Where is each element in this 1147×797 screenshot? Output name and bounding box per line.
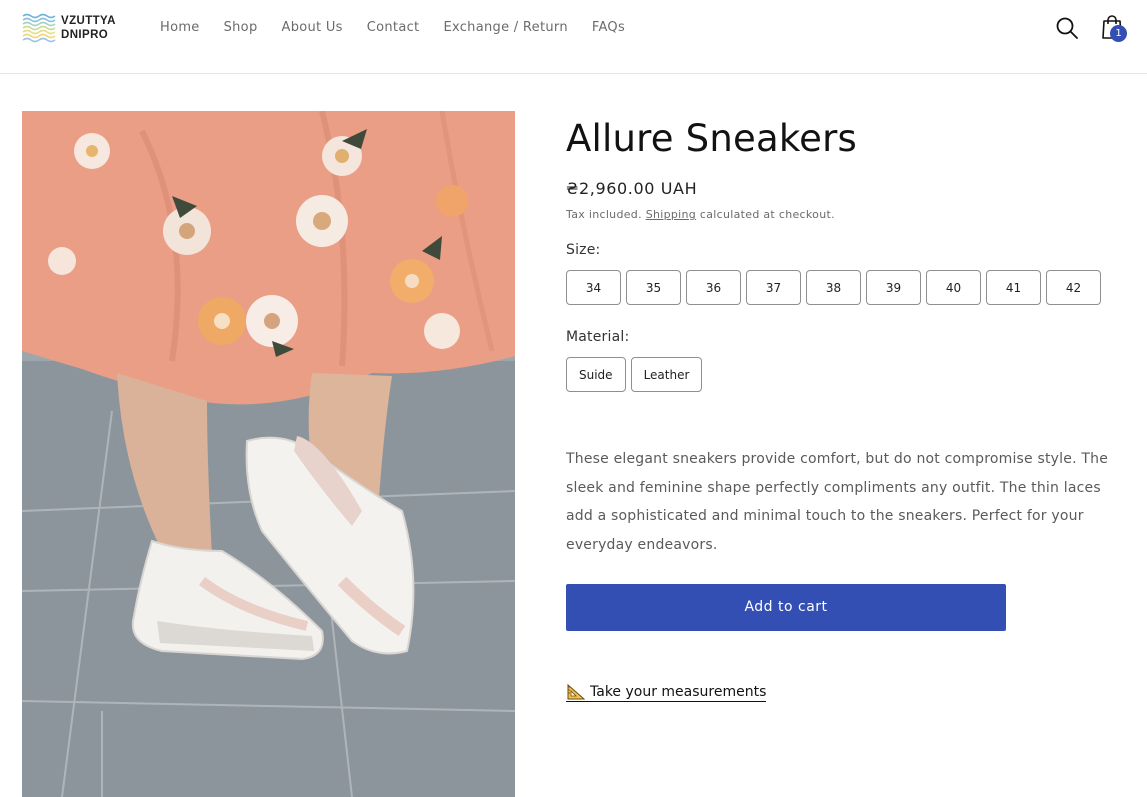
add-to-cart-button[interactable]: Add to cart <box>566 583 1006 631</box>
size-option-40[interactable]: 40 <box>926 270 981 305</box>
product-price: ₴2,960.00 UAH <box>566 179 698 198</box>
waves-logo-icon <box>22 12 56 44</box>
tax-prefix: Tax included. <box>566 208 642 221</box>
material-option-leather[interactable]: Leather <box>630 357 703 392</box>
product-title: Allure Sneakers <box>566 117 857 160</box>
triangle-ruler-icon <box>567 683 586 700</box>
take-measurements-label: Take your measurements <box>590 683 767 700</box>
product-description: These elegant sneakers provide comfort, … <box>566 451 1109 554</box>
material-options: Suide Leather <box>566 357 1126 392</box>
shipping-link[interactable]: Shipping <box>646 208 696 221</box>
product-photo-icon <box>22 111 515 797</box>
nav-contact[interactable]: Contact <box>367 19 420 37</box>
cart-count-badge: 1 <box>1110 25 1127 42</box>
tax-note: Tax included. Shipping calculated at che… <box>566 207 1126 223</box>
size-option-38[interactable]: 38 <box>806 270 861 305</box>
size-option-34[interactable]: 34 <box>566 270 621 305</box>
size-option-39[interactable]: 39 <box>866 270 921 305</box>
brand-logo[interactable]: VZUTTYA DNIPRO <box>22 12 116 44</box>
material-label: Material: <box>566 329 630 345</box>
search-icon[interactable] <box>1054 15 1080 41</box>
size-option-42[interactable]: 42 <box>1046 270 1101 305</box>
nav-home[interactable]: Home <box>160 19 200 37</box>
size-option-35[interactable]: 35 <box>626 270 681 305</box>
brand-name-line2: DNIPRO <box>61 29 109 41</box>
size-options: 34 35 36 37 38 39 40 41 42 <box>566 270 1126 305</box>
brand-name: VZUTTYA DNIPRO <box>61 14 116 42</box>
nav-faqs[interactable]: FAQs <box>592 19 625 37</box>
nav-about-us[interactable]: About Us <box>282 19 343 37</box>
product-info: Allure Sneakers ₴2,960.00 UAH Tax includ… <box>566 111 1126 706</box>
size-option-36[interactable]: 36 <box>686 270 741 305</box>
material-option-suide[interactable]: Suide <box>566 357 626 392</box>
size-label: Size: <box>566 242 601 258</box>
size-option-37[interactable]: 37 <box>746 270 801 305</box>
size-option-41[interactable]: 41 <box>986 270 1041 305</box>
nav-shop[interactable]: Shop <box>224 19 258 37</box>
tax-suffix: calculated at checkout. <box>699 208 835 221</box>
main-nav: Home Shop About Us Contact Exchange / Re… <box>160 19 649 37</box>
site-header: VZUTTYA DNIPRO Home Shop About Us Contac… <box>0 0 1147 74</box>
take-measurements-link[interactable]: Take your measurements <box>566 683 767 702</box>
nav-exchange-return[interactable]: Exchange / Return <box>443 19 567 37</box>
product-image[interactable] <box>22 111 515 797</box>
brand-name-line1: VZUTTYA <box>61 15 116 27</box>
